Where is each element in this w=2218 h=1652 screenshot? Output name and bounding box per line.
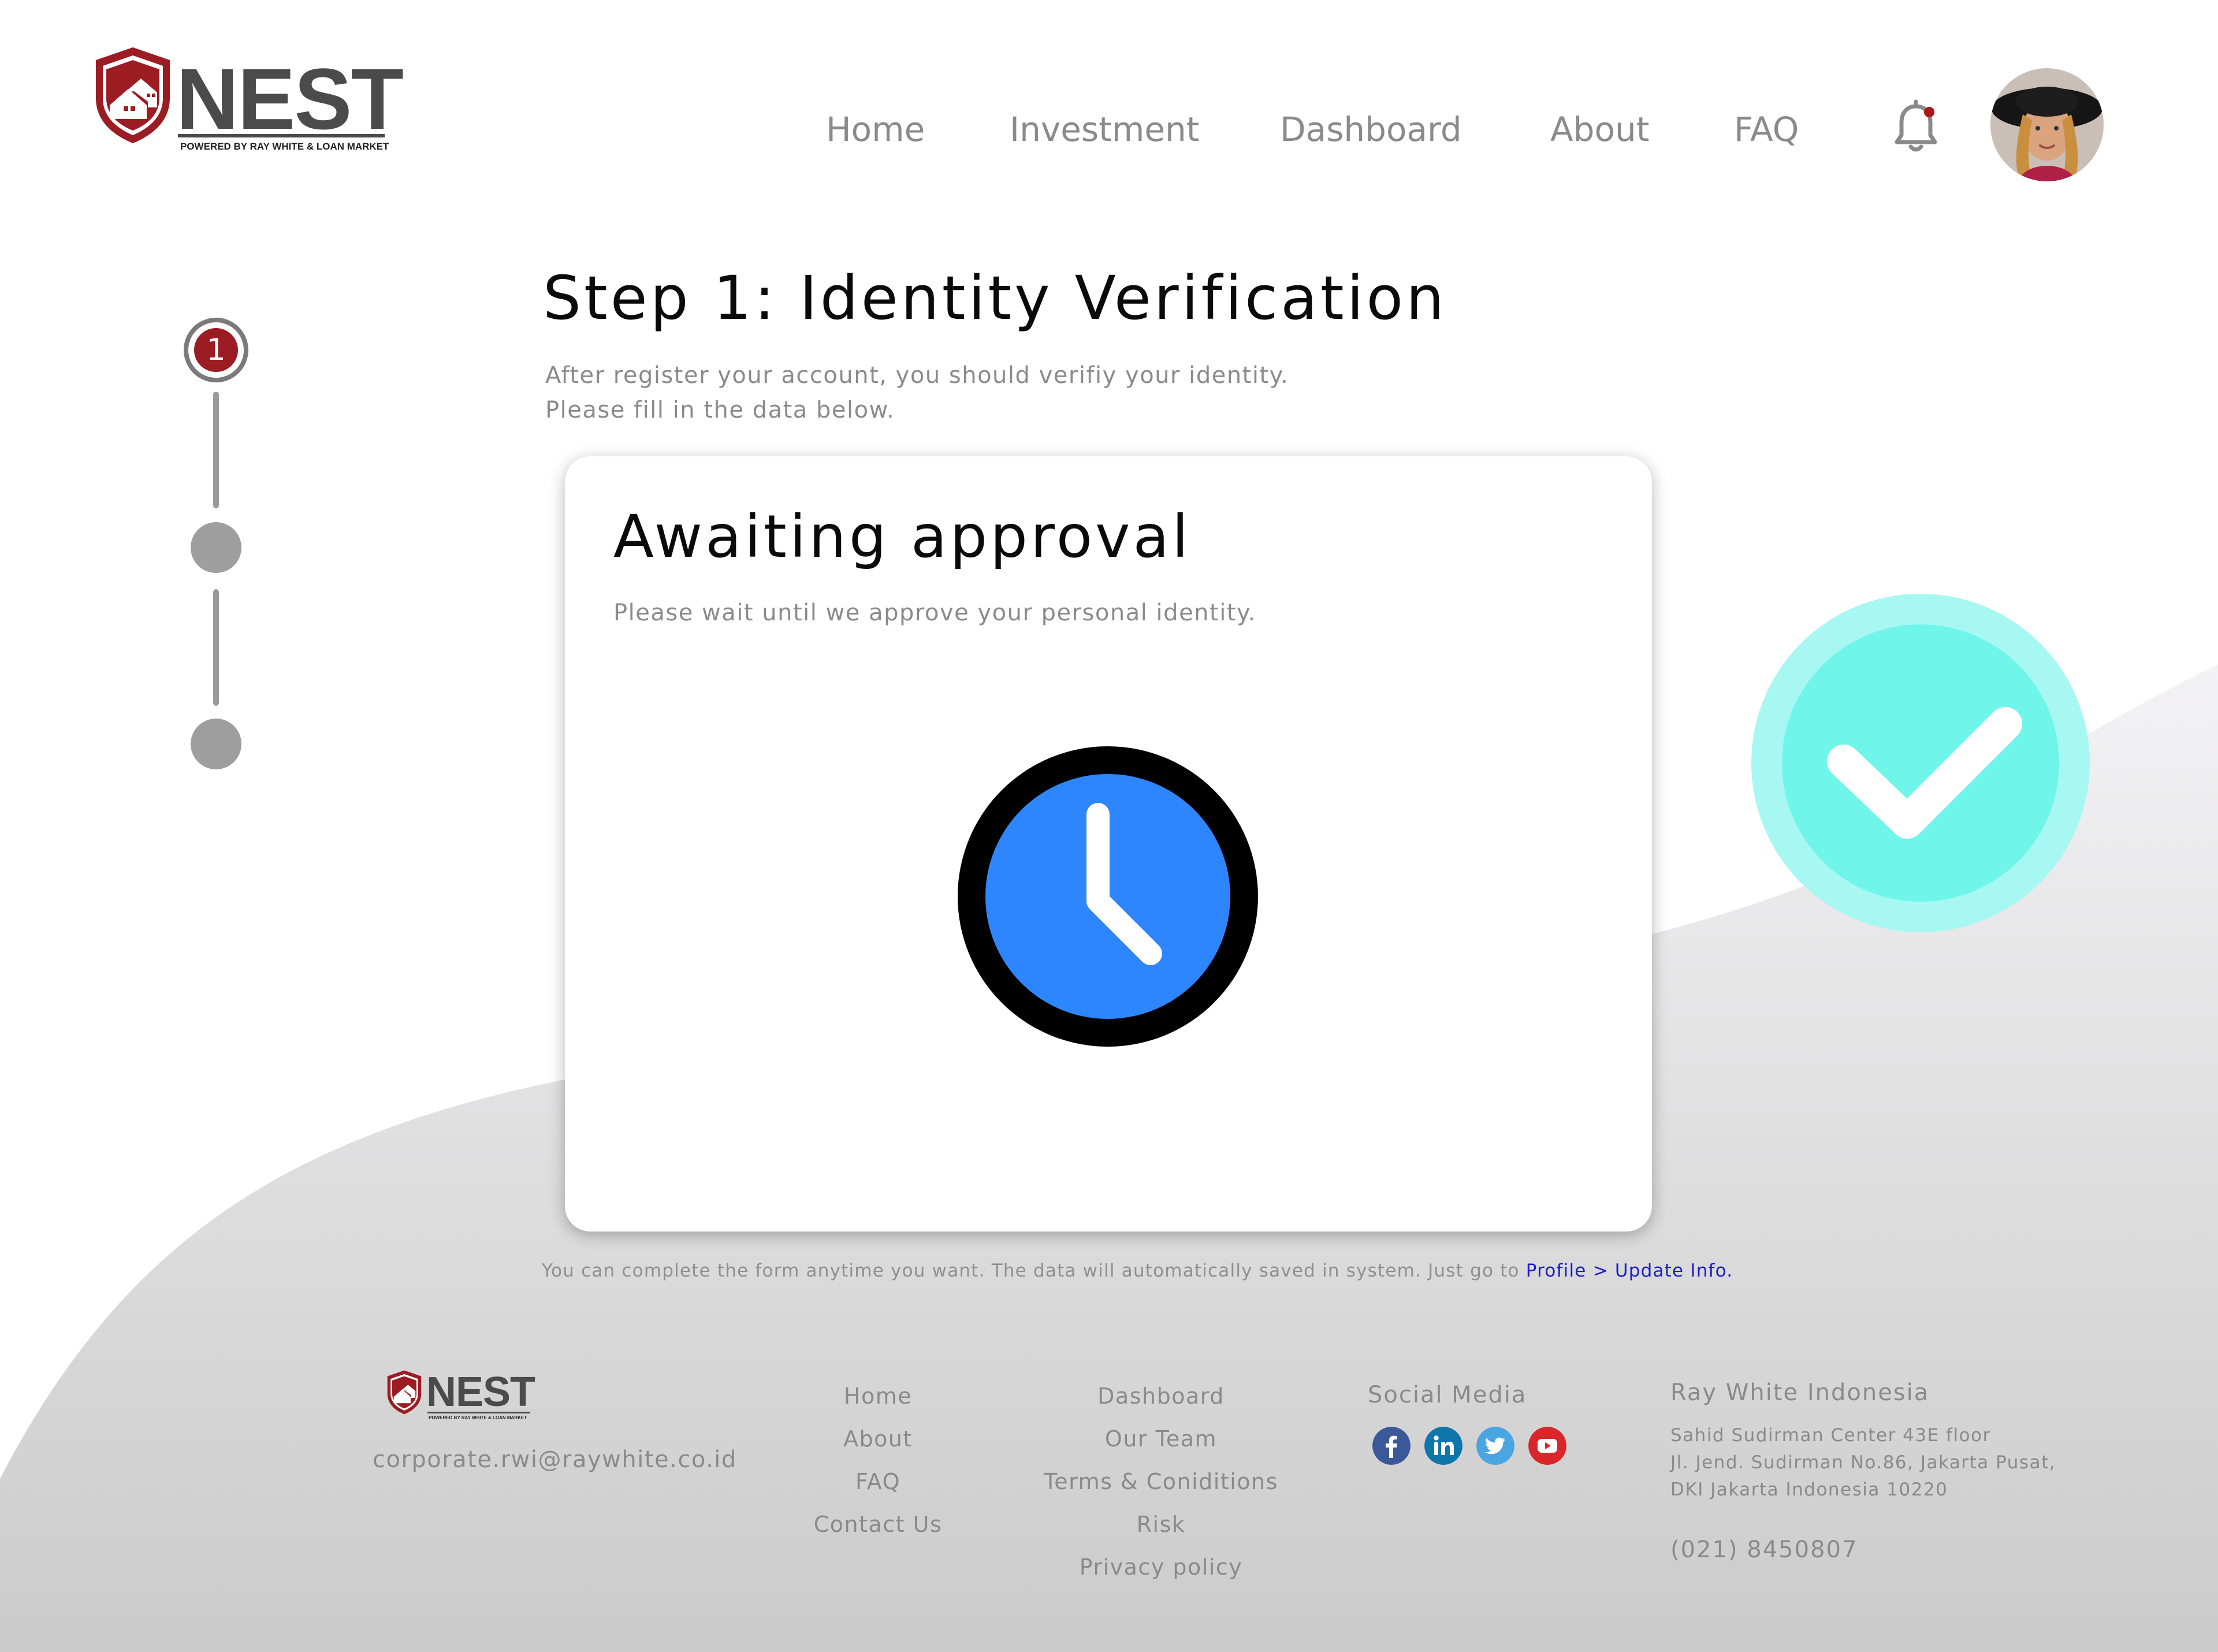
subtitle-line: After register your account, you should …	[545, 362, 1289, 389]
step-connector	[213, 392, 219, 508]
user-avatar[interactable]	[1990, 68, 2104, 181]
footer-link-contact[interactable]: Contact Us	[791, 1503, 965, 1546]
nest-logo[interactable]: NEST POWERED BY RAY WHITE & LOAN MARKET	[92, 45, 404, 161]
approval-card: Awaiting approval Please wait until we a…	[565, 456, 1652, 1231]
facebook-icon[interactable]	[1372, 1427, 1411, 1465]
address-line: Jl. Jend. Sudirman No.86, Jakarta Pusat,	[1670, 1452, 2056, 1473]
company-phone[interactable]: (021) 8450807	[1670, 1536, 1858, 1563]
step-connector	[213, 589, 219, 706]
step-3-indicator	[191, 719, 241, 769]
step-2-indicator	[191, 522, 241, 573]
nav-about[interactable]: About	[1550, 110, 1649, 149]
nav-dashboard[interactable]: Dashboard	[1280, 110, 1462, 149]
address-line: DKI Jakarta Indonesia 10220	[1670, 1479, 1948, 1500]
footer-link-home[interactable]: Home	[791, 1375, 965, 1417]
footer-logo-tagline: POWERED BY RAY WHITE & LOAN MARKET	[429, 1415, 527, 1420]
footer-links-primary: Home About FAQ Contact Us	[791, 1375, 965, 1546]
autosave-note-text: You can complete the form anytime you wa…	[542, 1260, 1526, 1281]
clock-icon	[958, 746, 1258, 1047]
footer-email[interactable]: corporate.rwi@raywhite.co.id	[373, 1446, 737, 1473]
step-1-indicator: 1	[184, 318, 248, 382]
logo-tagline: POWERED BY RAY WHITE & LOAN MARKET	[180, 141, 389, 152]
avatar-image	[1990, 68, 2104, 181]
footer-logo[interactable]: NEST POWERED BY RAY WHITE & LOAN MARKET	[386, 1369, 542, 1427]
subtitle-line: Please fill in the data below.	[545, 397, 895, 423]
twitter-icon[interactable]	[1476, 1427, 1514, 1465]
checkmark-icon	[1751, 594, 2090, 932]
card-description: Please wait until we approve your person…	[613, 600, 1256, 626]
nav-home[interactable]: Home	[826, 110, 925, 149]
logo-divider	[178, 134, 385, 137]
nav-investment[interactable]: Investment	[1010, 110, 1200, 149]
logo-text: NEST	[176, 50, 404, 147]
notification-badge	[1924, 107, 1934, 117]
autosave-note: You can complete the form anytime you wa…	[542, 1260, 1733, 1281]
footer-link-privacy[interactable]: Privacy policy	[1017, 1546, 1305, 1588]
nav-faq[interactable]: FAQ	[1734, 110, 1799, 149]
shield-house-icon	[387, 1370, 422, 1415]
footer-link-team[interactable]: Our Team	[1017, 1417, 1305, 1460]
linkedin-icon[interactable]	[1424, 1427, 1462, 1465]
page-subtitle: After register your account, you should …	[545, 358, 1289, 427]
shield-house-icon	[96, 47, 170, 143]
step-1-number: 1	[194, 328, 238, 372]
page-title: Step 1: Identity Verification	[543, 263, 1447, 333]
footer-links-secondary: Dashboard Our Team Terms & Coniditions R…	[1017, 1375, 1305, 1588]
youtube-icon[interactable]	[1528, 1427, 1566, 1465]
social-media-heading: Social Media	[1368, 1382, 1527, 1408]
footer-link-terms[interactable]: Terms & Coniditions	[1017, 1460, 1305, 1503]
profile-update-link[interactable]: Profile > Update Info.	[1526, 1260, 1733, 1281]
company-name: Ray White Indonesia	[1670, 1379, 1930, 1406]
card-title: Awaiting approval	[613, 503, 1192, 571]
footer-logo-text: NEST	[426, 1369, 535, 1415]
footer-logo-divider	[427, 1412, 530, 1413]
address-line: Sahid Sudirman Center 43E floor	[1670, 1425, 1991, 1446]
company-address: Sahid Sudirman Center 43E floor Jl. Jend…	[1670, 1422, 2056, 1504]
bell-icon[interactable]	[1890, 98, 1942, 156]
footer-link-about[interactable]: About	[791, 1417, 965, 1460]
footer-link-dashboard[interactable]: Dashboard	[1017, 1375, 1305, 1417]
footer-link-risk[interactable]: Risk	[1017, 1503, 1305, 1546]
footer-link-faq[interactable]: FAQ	[791, 1460, 965, 1503]
